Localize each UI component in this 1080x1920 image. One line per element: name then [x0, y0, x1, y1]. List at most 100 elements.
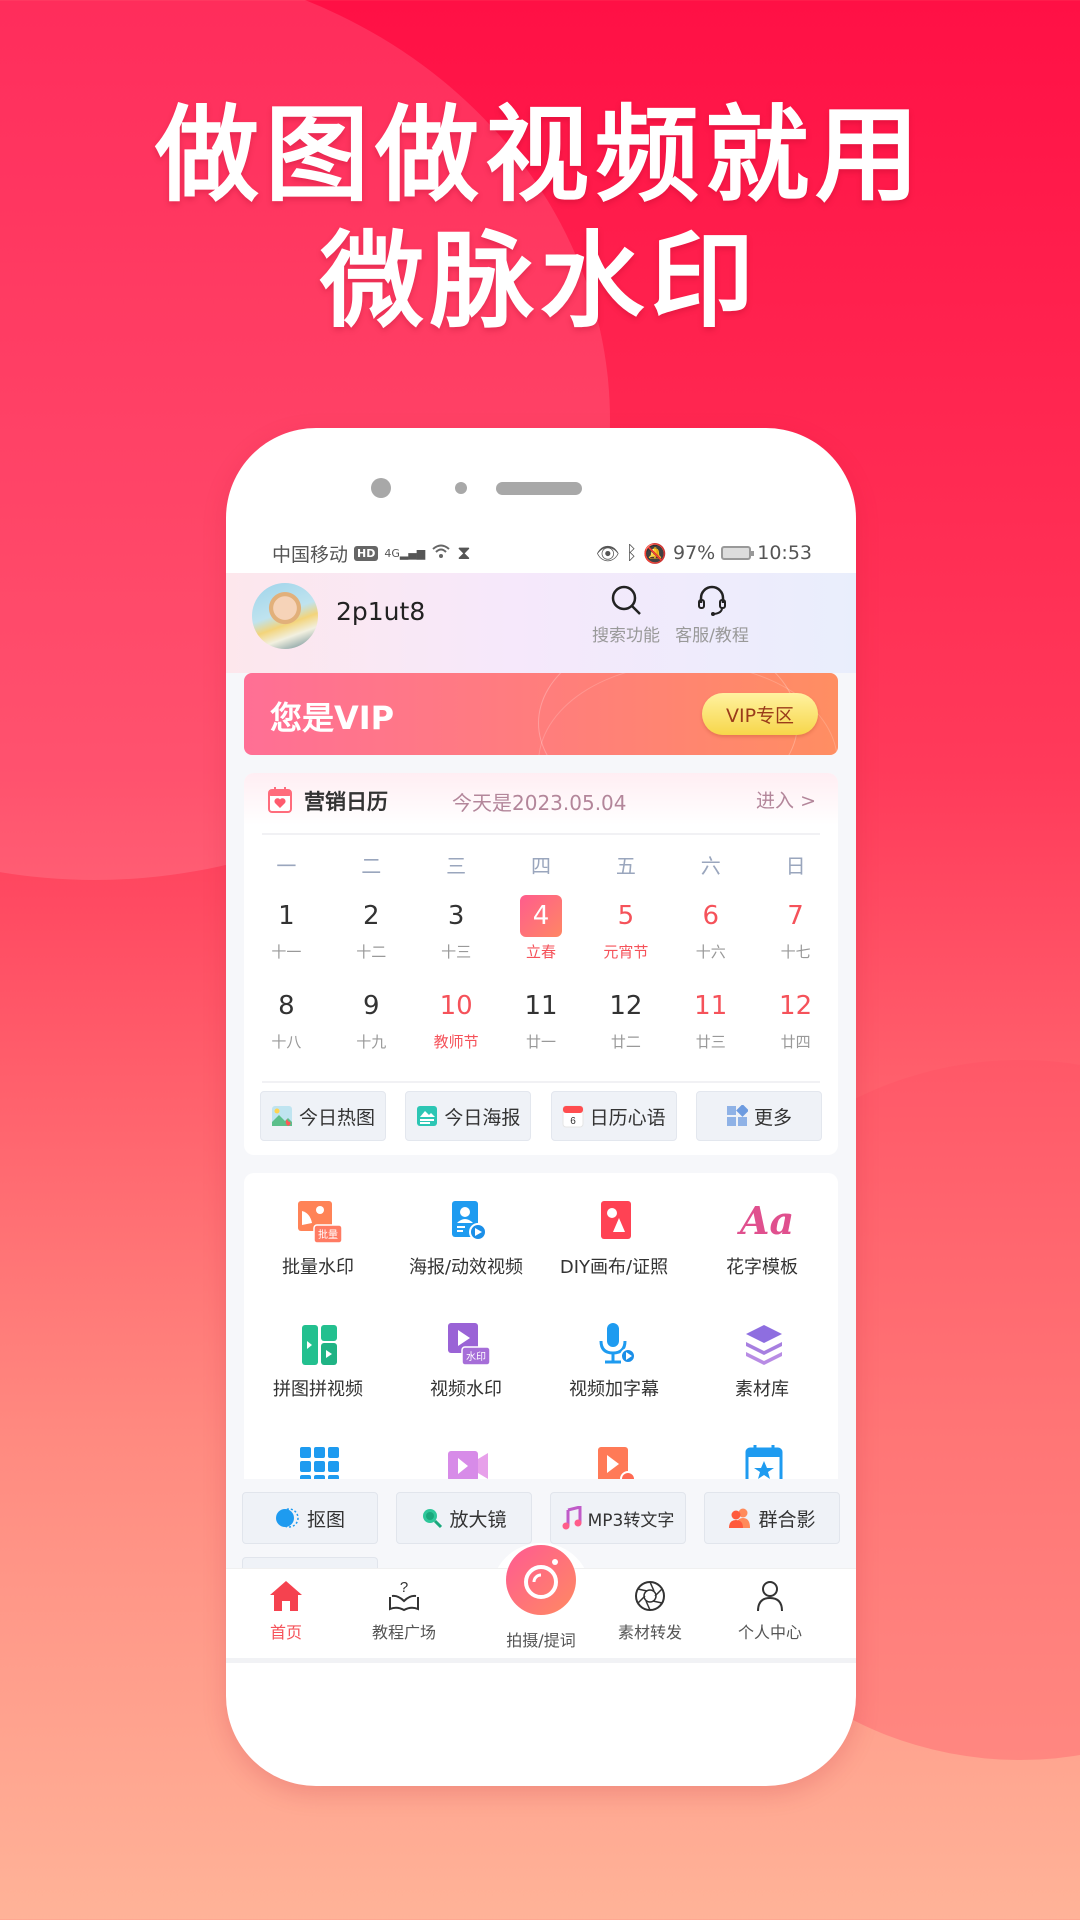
group-photo-button[interactable]: 群合影: [704, 1492, 840, 1544]
wifi-icon: [431, 542, 451, 564]
mp3-to-text-button[interactable]: MP3转文字: [550, 1492, 686, 1544]
calendar-day[interactable]: 11 廿一: [499, 983, 584, 1073]
poster-icon: [417, 1106, 438, 1126]
customer-service-button[interactable]: 客服/教程: [672, 583, 752, 646]
weekday-label: 三: [446, 853, 467, 878]
status-bar: 中国移动 HD 4G▂▄▆ ⧗ 👁 ᛒ 🔕 97% 10:53: [226, 533, 856, 573]
feature-batch-watermark[interactable]: 批量 批量水印: [244, 1199, 392, 1279]
feature-poster-video[interactable]: 海报/动效视频: [392, 1199, 540, 1279]
calendar-day[interactable]: 10 教师节: [414, 983, 499, 1073]
more-button[interactable]: 更多: [695, 1091, 822, 1141]
vip-zone-button[interactable]: VIP专区: [702, 693, 818, 735]
lunar-date: 十一: [271, 943, 302, 961]
feature-video-camera[interactable]: [392, 1443, 540, 1479]
calendar-day[interactable]: 1 十一: [244, 893, 329, 983]
button-label: 抠图: [306, 1508, 345, 1531]
video-camera-icon: [444, 1443, 488, 1479]
aperture-icon: [635, 1581, 665, 1611]
today-hot-image-button[interactable]: 今日热图: [260, 1091, 386, 1141]
poster-video-icon: [444, 1199, 488, 1243]
calendar-day-today[interactable]: 4 立春: [499, 893, 584, 983]
search-button[interactable]: 搜索功能: [586, 583, 666, 646]
search-label: 搜索功能: [592, 626, 660, 646]
nav-profile[interactable]: 个人中心: [720, 1579, 820, 1643]
button-label: 日历心语: [589, 1106, 666, 1129]
nav-label: 个人中心: [737, 1623, 802, 1642]
weekday-label: 四: [531, 853, 551, 878]
batch-watermark-icon: 批量: [296, 1199, 343, 1244]
shoot-button[interactable]: [506, 1545, 576, 1615]
vip-banner[interactable]: 您是VIP VIP专区: [244, 673, 838, 755]
tool-buttons-row: 抠图 放大镜 MP3转文字 群合影: [242, 1492, 840, 1544]
clock: 10:53: [757, 542, 812, 564]
lunar-date: 十六: [695, 943, 726, 961]
calendar-day[interactable]: 9 十九: [329, 983, 414, 1073]
feature-collage[interactable]: 拼图拼视频: [244, 1321, 392, 1401]
feature-grid-card: 批量 批量水印 海报/动效视频 DIY画布/证照 Aa 花字模板 拼图拼视频 水…: [244, 1173, 838, 1479]
feature-label: 批量水印: [282, 1257, 354, 1278]
calendar-day[interactable]: 7 十七: [753, 893, 838, 983]
hd-icon: HD: [354, 545, 379, 561]
headset-icon: [698, 585, 726, 616]
shoot-label: 拍摄/提词: [506, 1631, 576, 1650]
service-label: 客服/教程: [675, 626, 749, 646]
video-add-icon: [592, 1443, 636, 1479]
day-number: 11: [694, 991, 728, 1021]
feature-calendar-star[interactable]: [688, 1443, 836, 1479]
calendar-day[interactable]: 5 元宵节: [583, 893, 668, 983]
phone-mockup: 中国移动 HD 4G▂▄▆ ⧗ 👁 ᛒ 🔕 97% 10:53 2p1ut8 搜…: [226, 428, 856, 1786]
network-type: 4G: [384, 546, 400, 560]
today-poster-button[interactable]: 今日海报: [405, 1091, 532, 1141]
carrier-name: 中国移动: [272, 543, 349, 566]
feature-label: 素材库: [735, 1379, 789, 1400]
calendar-day[interactable]: 12 廿二: [583, 983, 668, 1073]
marketing-calendar-card: 营销日历 今天是2023.05.04 进入 > 一 二 三 四 五 六 日 1 十一 2 十二 3 十…: [244, 773, 838, 1155]
svg-text:?: ?: [400, 1579, 408, 1596]
battery-percent: 97%: [673, 542, 716, 564]
calendar-quote-button[interactable]: 6 日历心语: [550, 1091, 677, 1141]
feature-video-add[interactable]: [540, 1443, 688, 1479]
lunar-date: 十八: [271, 1033, 302, 1051]
calendar-day-number: 6: [570, 1116, 576, 1127]
feature-more-apps[interactable]: [244, 1443, 392, 1479]
more-grid-icon: [726, 1105, 748, 1126]
username[interactable]: 2p1ut8: [336, 597, 425, 626]
nav-label: 首页: [269, 1623, 302, 1642]
weekday-label: 二: [361, 853, 382, 878]
promo-headline-line2: 微脉水印: [319, 220, 760, 342]
festival-label: 教师节: [433, 1033, 479, 1051]
cutout-button[interactable]: 抠图: [242, 1492, 378, 1544]
magnifier-button[interactable]: 放大镜: [396, 1492, 532, 1544]
nav-tutorials[interactable]: ? 教程广场: [354, 1579, 454, 1643]
feature-fancy-text[interactable]: Aa 花字模板: [688, 1199, 836, 1279]
enter-calendar-link[interactable]: 进入 >: [756, 786, 816, 813]
search-icon: [611, 585, 641, 615]
nav-home[interactable]: 首页: [236, 1579, 336, 1643]
calendar-day[interactable]: 6 十六: [668, 893, 753, 983]
calendar-day[interactable]: 8 十八: [244, 983, 329, 1073]
calendar-day[interactable]: 3 十三: [414, 893, 499, 983]
calendar-day[interactable]: 2 十二: [329, 893, 414, 983]
day-number: 8: [278, 991, 295, 1021]
feature-video-subtitles[interactable]: 视频加字幕: [540, 1321, 688, 1401]
calendar-star-icon: [740, 1443, 784, 1479]
mute-bell-icon: 🔕: [643, 542, 667, 565]
lunar-date: 十七: [780, 943, 811, 961]
day-number: 9: [363, 991, 380, 1021]
feature-label: 拼图拼视频: [273, 1379, 363, 1400]
cutout-icon: [275, 1508, 299, 1528]
nav-material-share[interactable]: 素材转发: [600, 1579, 700, 1643]
hot-image-icon: [271, 1106, 292, 1126]
lunar-date: 廿四: [780, 1033, 811, 1051]
day-number: 5: [617, 901, 635, 931]
calendar-day[interactable]: 11 廿三: [668, 983, 753, 1073]
button-label: 今日热图: [298, 1106, 375, 1129]
vip-status-text: 您是VIP: [270, 699, 395, 737]
button-label: 今日海报: [444, 1106, 521, 1129]
avatar[interactable]: [252, 583, 318, 649]
feature-diy-canvas[interactable]: DIY画布/证照: [540, 1199, 688, 1279]
feature-material-library[interactable]: 素材库: [688, 1321, 836, 1401]
calendar-day[interactable]: 12 廿四: [753, 983, 838, 1073]
calendar-week: 1 十一 2 十二 3 十三 4 立春 5 元宵节 6 十六 7 十七: [244, 893, 838, 983]
feature-video-watermark[interactable]: 水印 视频水印: [392, 1321, 540, 1401]
